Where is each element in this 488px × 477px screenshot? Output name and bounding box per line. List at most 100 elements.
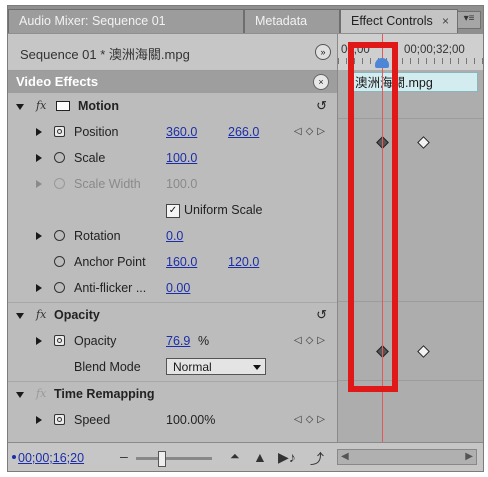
scale-width-row: Scale Width 100.0: [8, 172, 337, 198]
close-tab-icon[interactable]: ×: [442, 10, 449, 32]
fx-icon: fx: [36, 387, 47, 400]
anchor-y-value[interactable]: 120.0: [228, 255, 259, 269]
zoom-slider-handle[interactable]: [158, 451, 166, 467]
fx-icon[interactable]: fx: [36, 99, 46, 112]
motion-icon[interactable]: [56, 101, 70, 111]
source-row: Sequence 01 * 澳洲海關.mpg »: [8, 34, 337, 71]
speed-value[interactable]: 100.00%: [166, 413, 215, 427]
scale-width-value: 100.0: [166, 177, 198, 191]
blend-mode-label: Blend Mode: [74, 360, 141, 374]
keyframe-timeline-pane[interactable]: 00;00 00;00;32;00 澳洲海關.mpg: [337, 34, 483, 442]
stopwatch-icon: [54, 178, 65, 189]
timecode-dot-icon: [12, 455, 16, 459]
zoom-in-icon[interactable]: ⏶: [230, 449, 240, 464]
video-effects-toggle-icon[interactable]: ×: [313, 74, 329, 90]
reset-icon[interactable]: ↺: [316, 307, 327, 323]
motion-row[interactable]: fx Motion ↺: [8, 94, 337, 120]
position-x-value[interactable]: 360.0: [166, 125, 197, 139]
stopwatch-icon[interactable]: [54, 414, 65, 425]
opacity-label: Opacity: [74, 334, 117, 348]
keyframe-nav-icon[interactable]: ◁◇▷: [294, 126, 329, 137]
tab-effect-controls[interactable]: Effect Controls ×: [340, 9, 458, 33]
tab-audio-mixer[interactable]: Audio Mixer: Sequence 01: [8, 9, 244, 33]
blend-mode-value: Normal: [173, 360, 212, 374]
expand-triangle-icon[interactable]: [36, 284, 42, 292]
collapse-triangle-icon[interactable]: [16, 392, 24, 398]
stopwatch-icon[interactable]: [54, 152, 65, 163]
tab-label: Audio Mixer: Sequence 01: [19, 14, 166, 28]
anti-flicker-row: Anti-flicker ... 0.00: [8, 276, 337, 302]
export-icon[interactable]: ⤴: [310, 449, 324, 469]
opacity-title: Opacity: [54, 308, 100, 322]
scroll-right-icon[interactable]: ▶: [465, 451, 473, 462]
highlight-box: [348, 42, 398, 392]
anchor-x-value[interactable]: 160.0: [166, 255, 197, 269]
rotation-label: Rotation: [74, 229, 121, 243]
timecode-display[interactable]: 00;00;16;20: [18, 451, 84, 465]
collapse-triangle-icon[interactable]: [16, 104, 24, 110]
horizontal-scrollbar[interactable]: ◀ ▶: [337, 449, 477, 465]
tab-label: Effect Controls: [351, 14, 433, 28]
time-remapping-row[interactable]: fx Time Remapping: [8, 382, 337, 408]
opacity-row: Opacity 76.9 % ◁◇▷: [8, 329, 337, 355]
zoom-slider-track[interactable]: [136, 457, 212, 460]
anti-flicker-label: Anti-flicker ...: [74, 281, 147, 295]
stopwatch-icon[interactable]: [54, 282, 65, 293]
anchor-point-label: Anchor Point: [74, 255, 146, 269]
stopwatch-icon[interactable]: [54, 230, 65, 241]
mountains-icon[interactable]: ▲: [253, 449, 267, 465]
keyframe-nav-icon[interactable]: ◁◇▷: [294, 414, 329, 425]
effect-properties-pane: Sequence 01 * 澳洲海關.mpg » Video Effects ×…: [8, 34, 337, 442]
tab-metadata[interactable]: Metadata: [244, 9, 340, 33]
stopwatch-icon[interactable]: [54, 256, 65, 267]
stopwatch-icon[interactable]: [54, 126, 65, 137]
opacity-value[interactable]: 76.9: [166, 334, 190, 348]
keyframe-icon[interactable]: [417, 136, 430, 149]
time-remapping-title: Time Remapping: [54, 387, 155, 401]
play-audio-icon[interactable]: ▶♪: [278, 449, 296, 466]
rotation-value[interactable]: 0.0: [166, 229, 183, 243]
footer-bar: 00;00;16;20 – ⏶ ▲ ▶♪ ⤴ ◀ ▶: [8, 442, 483, 471]
source-label: Sequence 01 * 澳洲海關.mpg: [20, 47, 190, 62]
video-effects-header: Video Effects ×: [8, 71, 337, 93]
effect-controls-window: Audio Mixer: Sequence 01 Metadata Effect…: [7, 5, 484, 472]
keyframe-icon[interactable]: [417, 345, 430, 358]
blend-mode-select[interactable]: Normal: [166, 358, 266, 375]
panel-menu-icon[interactable]: ▾≡: [457, 11, 481, 29]
scale-label: Scale: [74, 151, 106, 165]
stopwatch-icon[interactable]: [54, 335, 65, 346]
rotation-row: Rotation 0.0: [8, 224, 337, 250]
uniform-scale-row: ✓ Uniform Scale: [8, 198, 337, 224]
opacity-unit: %: [198, 334, 210, 348]
tab-strip: Audio Mixer: Sequence 01 Metadata Effect…: [8, 6, 483, 34]
position-y-value[interactable]: 266.0: [228, 125, 259, 139]
tab-label: Metadata: [255, 14, 308, 28]
fx-icon[interactable]: fx: [36, 308, 46, 321]
uniform-scale-checkbox[interactable]: ✓: [166, 204, 180, 218]
position-row: Position 360.0 266.0 ◁◇▷: [8, 120, 337, 146]
expand-triangle-icon[interactable]: [36, 232, 42, 240]
expand-triangle-icon[interactable]: [36, 154, 42, 162]
speed-row: Speed 100.00% ◁◇▷: [8, 408, 337, 434]
keyframe-nav-icon[interactable]: ◁◇▷: [294, 335, 329, 346]
blend-mode-row: Blend Mode Normal: [8, 355, 337, 381]
uniform-scale-label: Uniform Scale: [184, 203, 263, 217]
expand-triangle-icon[interactable]: [36, 416, 42, 424]
motion-title: Motion: [78, 99, 119, 113]
scroll-left-icon[interactable]: ◀: [341, 451, 349, 462]
speed-label: Speed: [74, 413, 111, 427]
opacity-group-row[interactable]: fx Opacity ↺: [8, 303, 337, 329]
scale-width-label: Scale Width: [74, 177, 141, 191]
collapse-triangle-icon[interactable]: [16, 313, 24, 319]
reset-icon[interactable]: ↺: [316, 98, 327, 114]
position-label: Position: [74, 125, 119, 139]
scale-value[interactable]: 100.0: [166, 151, 197, 165]
show-timeline-icon[interactable]: »: [315, 44, 331, 60]
anti-flicker-value[interactable]: 0.00: [166, 281, 190, 295]
zoom-out-icon[interactable]: –: [120, 448, 128, 464]
expand-triangle-icon: [36, 180, 42, 188]
anchor-point-row: Anchor Point 160.0 120.0: [8, 250, 337, 276]
expand-triangle-icon[interactable]: [36, 128, 42, 136]
ruler-end-time: 00;00;32;00: [404, 44, 465, 56]
expand-triangle-icon[interactable]: [36, 337, 42, 345]
